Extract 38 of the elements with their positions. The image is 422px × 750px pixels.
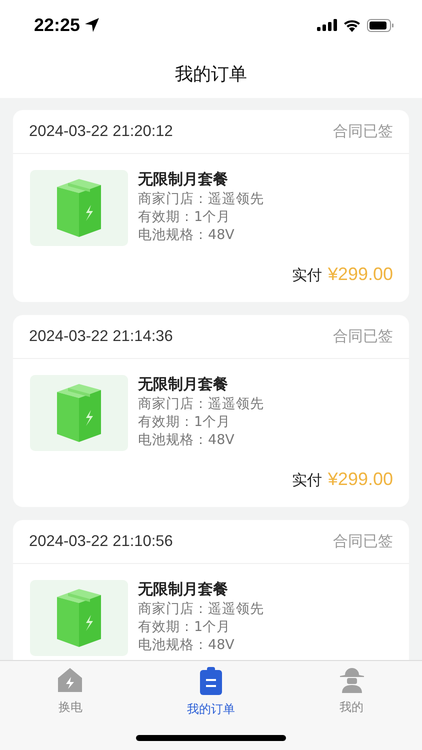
order-date: 2024-03-22 21:20:12 bbox=[29, 122, 173, 140]
location-arrow-icon bbox=[85, 18, 100, 32]
product-name: 无限制月套餐 bbox=[138, 580, 229, 599]
order-detail: 有效期：1个月 bbox=[138, 620, 232, 635]
order-status: 合同已签 bbox=[333, 122, 393, 141]
wifi-icon bbox=[343, 18, 361, 32]
order-detail: 电池规格：48V bbox=[138, 433, 236, 448]
person-hat-icon bbox=[338, 667, 365, 693]
paid-label: 实付 bbox=[292, 471, 322, 490]
paid-amount: ¥299.00 bbox=[328, 469, 393, 490]
paid-amount: ¥299.00 bbox=[328, 264, 393, 285]
order-detail: 有效期：1个月 bbox=[138, 210, 232, 225]
page-title: 我的订单 bbox=[175, 63, 247, 86]
product-name: 无限制月套餐 bbox=[138, 170, 229, 189]
product-name: 无限制月套餐 bbox=[138, 375, 229, 394]
order-date: 2024-03-22 21:14:36 bbox=[29, 328, 173, 346]
order-card[interactable]: 2024-03-22 21:10:56 合同已签 无限制月套餐 商家门店：遥遥领先 有效期：1个月 电池规格：48V bbox=[13, 520, 409, 660]
order-card[interactable]: 2024-03-22 21:20:12 合同已签 无限制月套餐 商家门店：遥遥领先 有效期：1个月 电池规格：48V 实付 ¥299.00 bbox=[13, 110, 409, 302]
order-detail: 电池规格：48V bbox=[138, 638, 236, 653]
battery-box-icon bbox=[57, 589, 101, 647]
order-status: 合同已签 bbox=[333, 532, 393, 551]
tab-bar-item[interactable]: 我的订单 bbox=[156, 667, 266, 721]
order-date: 2024-03-22 21:10:56 bbox=[29, 532, 173, 550]
order-detail: 商家门店：遥遥领先 bbox=[138, 397, 264, 412]
clipboard-icon bbox=[200, 667, 222, 695]
battery-icon bbox=[367, 18, 394, 32]
house-bolt-icon bbox=[57, 667, 84, 693]
order-detail: 有效期：1个月 bbox=[138, 415, 232, 430]
signal-icon bbox=[317, 19, 337, 31]
order-status: 合同已签 bbox=[333, 327, 393, 346]
order-detail: 商家门店：遥遥领先 bbox=[138, 602, 264, 617]
status-time: 22:25 bbox=[34, 14, 80, 36]
paid-label: 实付 bbox=[292, 266, 322, 285]
battery-box-icon bbox=[57, 384, 101, 442]
order-detail: 电池规格：48V bbox=[138, 228, 236, 243]
order-card[interactable]: 2024-03-22 21:14:36 合同已签 无限制月套餐 商家门店：遥遥领先 有效期：1个月 电池规格：48V 实付 ¥299.00 bbox=[13, 315, 409, 507]
order-detail: 商家门店：遥遥领先 bbox=[138, 192, 264, 207]
battery-box-icon bbox=[57, 179, 101, 237]
